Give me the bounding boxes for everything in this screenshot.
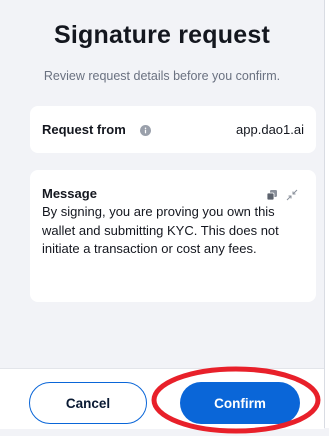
window-edge bbox=[324, 0, 329, 428]
message-card: Message By signing, you are proving you … bbox=[30, 170, 316, 302]
request-from-value: app.dao1.ai bbox=[236, 122, 304, 137]
cancel-button[interactable]: Cancel bbox=[29, 382, 147, 424]
info-icon[interactable] bbox=[140, 123, 151, 136]
collapse-icon[interactable] bbox=[286, 188, 298, 201]
confirm-button[interactable]: Confirm bbox=[180, 382, 300, 424]
request-from-label: Request from bbox=[42, 122, 126, 137]
page-subtitle: Review request details before you confir… bbox=[43, 69, 281, 83]
page-title: Signature request bbox=[54, 21, 270, 49]
footer-actions: Cancel Confirm bbox=[0, 368, 324, 429]
message-body: By signing, you are proving you own this… bbox=[42, 204, 279, 256]
request-from-card: Request from app.dao1.ai bbox=[30, 106, 316, 153]
message-label: Message bbox=[42, 186, 97, 201]
copy-icon[interactable] bbox=[266, 188, 278, 201]
